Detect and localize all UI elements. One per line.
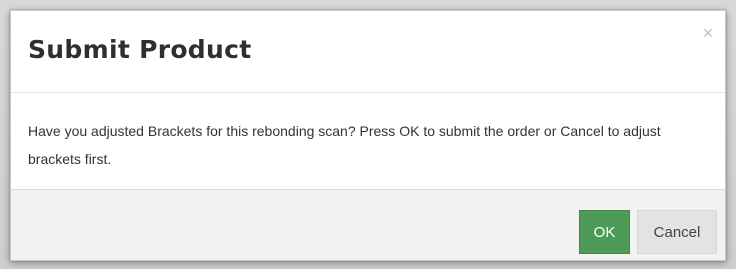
close-icon[interactable]: × <box>701 24 715 42</box>
dialog-header: Submit Product × <box>11 11 725 93</box>
dialog-body: Have you adjusted Brackets for this rebo… <box>11 93 725 190</box>
dialog-footer: OK Cancel <box>11 190 725 260</box>
dialog-message: Have you adjusted Brackets for this rebo… <box>28 123 661 167</box>
cancel-button[interactable]: Cancel <box>637 210 717 254</box>
dialog-title: Submit Product <box>28 35 252 64</box>
ok-button[interactable]: OK <box>579 210 630 254</box>
submit-product-dialog: Submit Product × Have you adjusted Brack… <box>10 10 726 261</box>
